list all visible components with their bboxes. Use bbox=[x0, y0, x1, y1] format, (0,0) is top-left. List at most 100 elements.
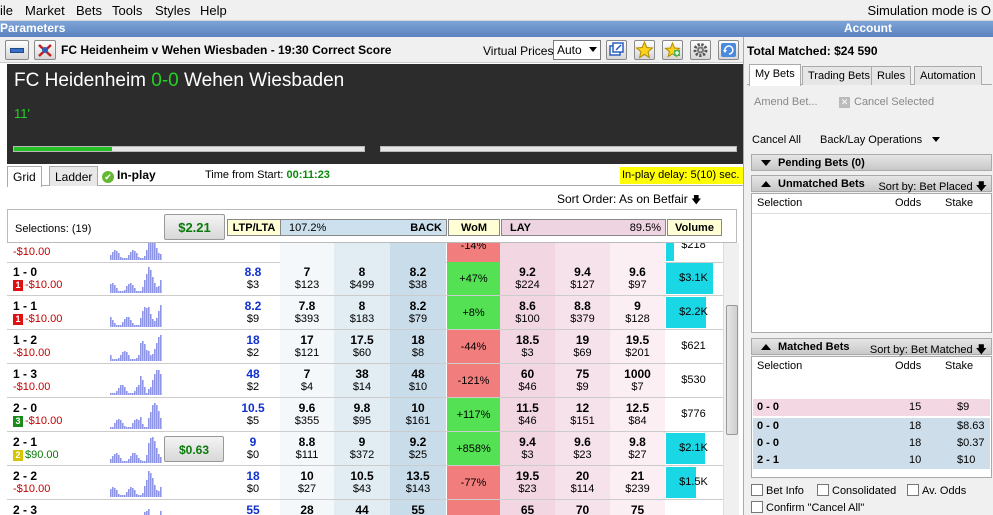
consolidated-checkbox[interactable] bbox=[817, 484, 829, 496]
lay-price-cell[interactable]: 70 bbox=[555, 500, 610, 515]
lay-price-cell[interactable]: 60 $46 bbox=[500, 364, 555, 397]
menu-market[interactable]: Market bbox=[25, 3, 65, 18]
runner-green-button[interactable]: $0.63 bbox=[164, 436, 224, 462]
back-price-cell[interactable]: 7 $123 bbox=[280, 262, 334, 295]
back-price-cell[interactable]: 38 $14 bbox=[334, 364, 390, 397]
refresh-icon[interactable] bbox=[718, 40, 739, 60]
back-price-cell[interactable]: 7.8 $393 bbox=[280, 296, 334, 329]
popout-icon[interactable] bbox=[606, 40, 627, 60]
ltp-cell[interactable]: 8.8 $3 bbox=[226, 262, 280, 295]
lay-price-cell[interactable]: 75 bbox=[610, 500, 665, 515]
lay-price-cell[interactable]: 9.4 $127 bbox=[555, 262, 610, 295]
lay-price-cell[interactable]: 65 bbox=[500, 500, 555, 515]
scrollbar-thumb[interactable] bbox=[726, 305, 738, 435]
back-price-cell[interactable]: 9 $372 bbox=[334, 432, 390, 465]
back-price-cell[interactable]: 17.5 $60 bbox=[334, 330, 390, 363]
amend-bet-button[interactable]: Amend Bet... bbox=[754, 96, 818, 108]
add-favourite-icon[interactable] bbox=[662, 40, 683, 60]
lay-price-cell[interactable]: 12 $151 bbox=[555, 398, 610, 431]
lay-price-cell[interactable]: $3 bbox=[555, 243, 610, 262]
ltp-cell[interactable]: $0 bbox=[226, 243, 280, 262]
tab-grid[interactable]: Grid bbox=[7, 166, 42, 187]
back-price-cell[interactable]: 8.2 $38 bbox=[390, 262, 446, 295]
back-price-cell[interactable]: 10.5 $43 bbox=[334, 466, 390, 499]
back-header[interactable]: 107.2% BACK bbox=[281, 219, 447, 236]
cancel-all-button[interactable]: Cancel All bbox=[752, 134, 801, 146]
back-price-cell[interactable]: 9.8 $95 bbox=[334, 398, 390, 431]
virtual-prices-select[interactable]: Auto bbox=[553, 40, 601, 60]
back-price-cell[interactable]: 18 $8 bbox=[390, 330, 446, 363]
lay-price-cell[interactable]: 19.5 $23 bbox=[500, 466, 555, 499]
ltp-cell[interactable]: 8.2 $9 bbox=[226, 296, 280, 329]
back-price-cell[interactable]: 7 $4 bbox=[280, 364, 334, 397]
ltp-lta-header[interactable]: LTP/LTA bbox=[227, 219, 281, 236]
ltp-cell[interactable]: 9 $0 bbox=[226, 432, 280, 465]
ltp-cell[interactable]: 48 $2 bbox=[226, 364, 280, 397]
lay-price-cell[interactable]: 9.8 $27 bbox=[610, 432, 665, 465]
matched-bets-section[interactable]: Matched Bets Sort by: Bet Matched 🡇 bbox=[751, 338, 992, 356]
back-price-cell[interactable]: 44 bbox=[334, 500, 390, 515]
tab-ladder[interactable]: Ladder bbox=[49, 166, 99, 186]
lay-price-cell[interactable]: 9.2 $224 bbox=[500, 262, 555, 295]
ltp-cell[interactable]: 55 bbox=[226, 500, 280, 515]
lay-price-cell[interactable]: 1000 $7 bbox=[610, 364, 665, 397]
back-price-cell[interactable]: 28 bbox=[280, 500, 334, 515]
tab-my-bets[interactable]: My Bets bbox=[749, 64, 801, 86]
lay-price-cell[interactable]: 9.6 $97 bbox=[610, 262, 665, 295]
bet-info-checkbox[interactable] bbox=[751, 484, 763, 496]
lay-price-cell[interactable]: 20 $114 bbox=[555, 466, 610, 499]
ltp-cell[interactable]: 18 $0 bbox=[226, 466, 280, 499]
ltp-cell[interactable]: 18 $2 bbox=[226, 330, 280, 363]
lay-price-cell[interactable]: 19.5 $201 bbox=[610, 330, 665, 363]
favourite-star-icon[interactable] bbox=[634, 40, 655, 60]
back-price-cell[interactable]: 55 bbox=[390, 500, 446, 515]
lay-price-cell[interactable]: 18.5 $3 bbox=[500, 330, 555, 363]
lay-price-cell[interactable]: 75 $9 bbox=[555, 364, 610, 397]
av-odds-checkbox[interactable] bbox=[907, 484, 919, 496]
tab-trading-bets[interactable]: Trading Bets bbox=[802, 66, 876, 85]
back-price-cell[interactable]: 10 $27 bbox=[280, 466, 334, 499]
menu-styles[interactable]: Styles bbox=[155, 3, 190, 18]
lay-price-cell[interactable]: 9.4 $3 bbox=[500, 432, 555, 465]
lay-price-cell[interactable]: 12.5 $84 bbox=[610, 398, 665, 431]
back-price-cell[interactable]: 8 $499 bbox=[334, 262, 390, 295]
lay-price-cell[interactable]: 8.6 $100 bbox=[500, 296, 555, 329]
lay-price-cell[interactable]: 9 $128 bbox=[610, 296, 665, 329]
soccer-market-icon[interactable] bbox=[34, 40, 56, 60]
runner-name[interactable]: 1 - 1 bbox=[13, 299, 37, 313]
menu-tools[interactable]: Tools bbox=[112, 3, 142, 18]
back-price-cell[interactable]: $9 bbox=[334, 243, 390, 262]
cancel-selected-button[interactable]: ✕ Cancel Selected bbox=[836, 92, 940, 114]
lay-price-cell[interactable]: 19 $69 bbox=[555, 330, 610, 363]
back-price-cell[interactable]: $9 bbox=[280, 243, 334, 262]
unmatched-bets-section[interactable]: Unmatched Bets Sort by: Bet Placed 🡇 bbox=[751, 175, 992, 193]
lay-price-cell[interactable]: 11.5 $46 bbox=[500, 398, 555, 431]
menu-file[interactable]: ile bbox=[0, 3, 13, 18]
tab-rules[interactable]: Rules bbox=[871, 66, 912, 85]
back-price-cell[interactable]: 10 $161 bbox=[390, 398, 446, 431]
menu-bets[interactable]: Bets bbox=[76, 3, 102, 18]
runner-name[interactable]: 2 - 2 bbox=[13, 469, 37, 483]
pending-bets-section[interactable]: Pending Bets (0) bbox=[751, 154, 992, 171]
lay-price-cell[interactable]: 9.6 $23 bbox=[555, 432, 610, 465]
runner-name[interactable]: 1 - 2 bbox=[13, 333, 37, 347]
back-lay-operations-dropdown[interactable]: Back/Lay Operations bbox=[820, 134, 941, 146]
sort-order-button[interactable]: Sort Order: As on Betfair 🡇 bbox=[557, 192, 701, 210]
back-price-cell[interactable]: 8 $183 bbox=[334, 296, 390, 329]
collapse-icon[interactable] bbox=[5, 40, 29, 60]
ltp-cell[interactable]: 10.5 $5 bbox=[226, 398, 280, 431]
matched-bet-row[interactable]: 0 - 0 15 $9 bbox=[753, 399, 990, 416]
runner-name[interactable]: 2 - 1 bbox=[13, 435, 37, 449]
back-price-cell[interactable]: 9.6 $355 bbox=[280, 398, 334, 431]
matched-bet-row[interactable]: 0 - 0 18 $0.37 bbox=[753, 435, 990, 452]
volume-header[interactable]: Volume bbox=[667, 219, 722, 236]
lay-header[interactable]: LAY 89.5% bbox=[501, 219, 666, 236]
back-price-cell[interactable]: 8.8 $111 bbox=[280, 432, 334, 465]
lay-price-cell[interactable]: 8.8 $379 bbox=[555, 296, 610, 329]
back-price-cell[interactable]: 8.2 $79 bbox=[390, 296, 446, 329]
lay-price-cell[interactable] bbox=[610, 243, 665, 262]
total-green-button[interactable]: $2.21 bbox=[164, 214, 225, 240]
back-price-cell[interactable]: $4 bbox=[390, 243, 446, 262]
confirm-cancel-all-checkbox[interactable] bbox=[751, 501, 763, 513]
back-price-cell[interactable]: 13.5 $143 bbox=[390, 466, 446, 499]
